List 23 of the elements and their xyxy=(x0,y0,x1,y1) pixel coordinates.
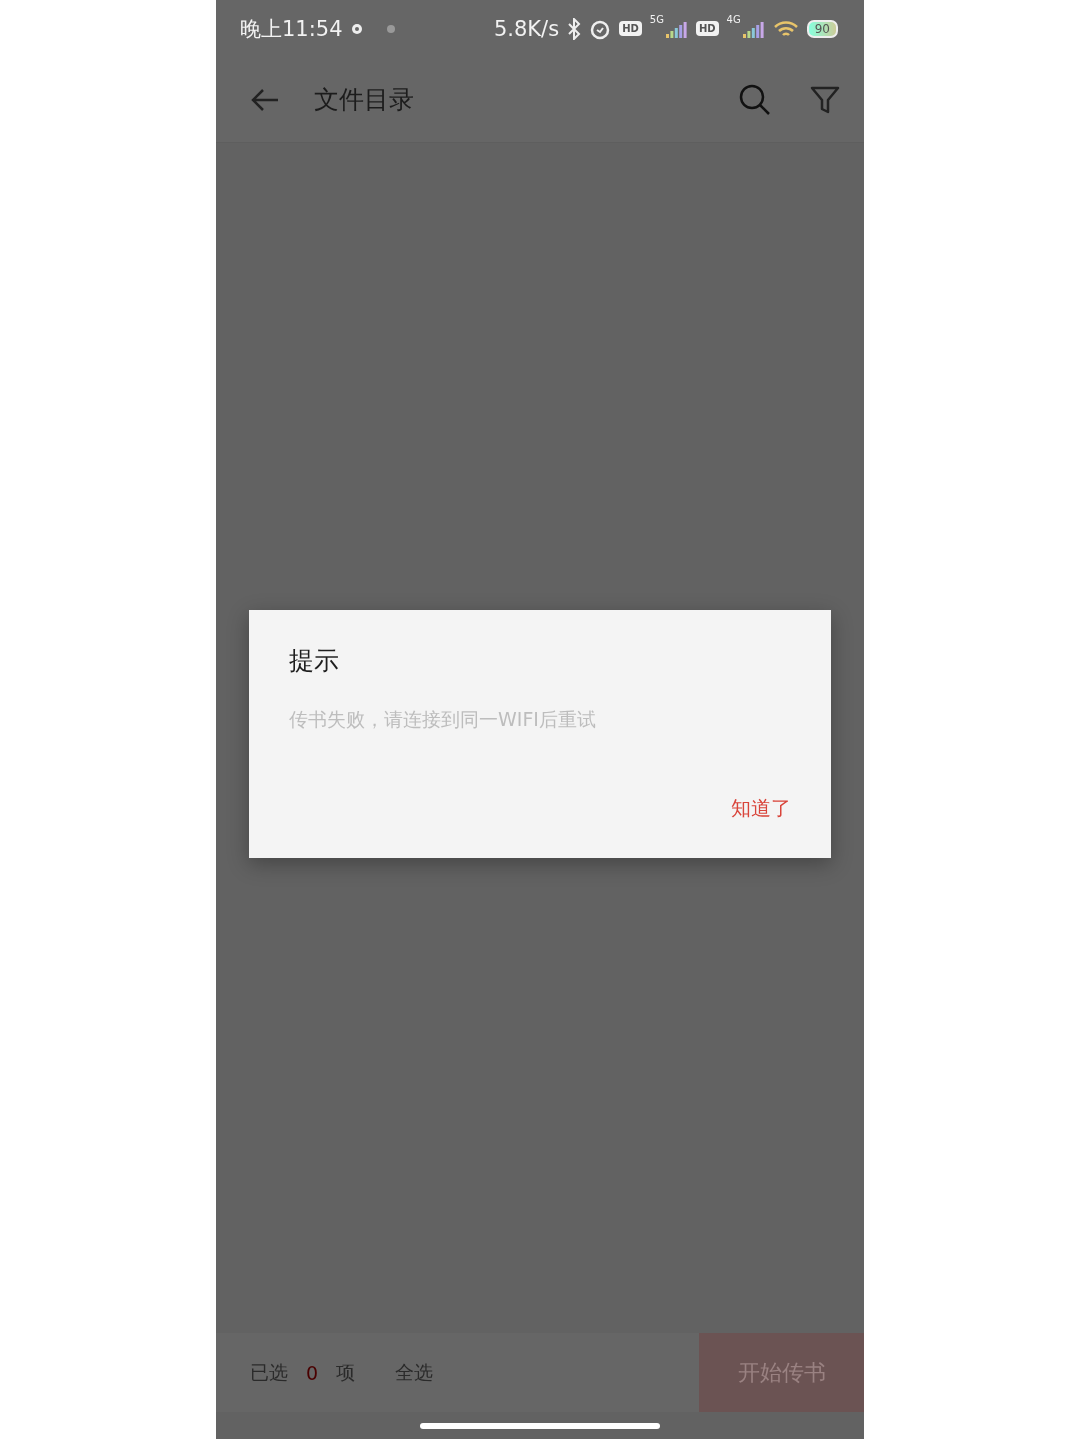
selected-count: 0 xyxy=(306,1361,319,1384)
home-indicator[interactable] xyxy=(420,1422,660,1429)
search-icon xyxy=(738,82,772,117)
signal-icon xyxy=(665,19,688,38)
signal-icon xyxy=(742,19,765,38)
selected-label: 已选 xyxy=(250,1359,288,1385)
status-time: 晚上11:54 xyxy=(240,15,343,43)
network-speed: 5.8K/s xyxy=(493,16,560,41)
back-arrow-icon xyxy=(250,86,280,113)
network-type: 4G xyxy=(726,14,741,25)
network-type: 5G xyxy=(649,14,664,25)
page-title: 文件目录 xyxy=(314,84,415,116)
notification-icon xyxy=(350,22,363,35)
battery-level: 90 xyxy=(806,19,838,38)
select-all-button[interactable]: 全选 xyxy=(395,1359,434,1386)
dialog-title: 提示 xyxy=(289,645,340,677)
notification-icon xyxy=(384,22,397,35)
hd-badge: HD xyxy=(695,21,719,36)
bluetooth-icon xyxy=(567,17,582,40)
selected-label: 项 xyxy=(336,1359,356,1385)
dialog-ok-button[interactable]: 知道了 xyxy=(731,795,791,822)
hd-badge: HD xyxy=(619,21,642,36)
filter-icon xyxy=(810,84,840,115)
